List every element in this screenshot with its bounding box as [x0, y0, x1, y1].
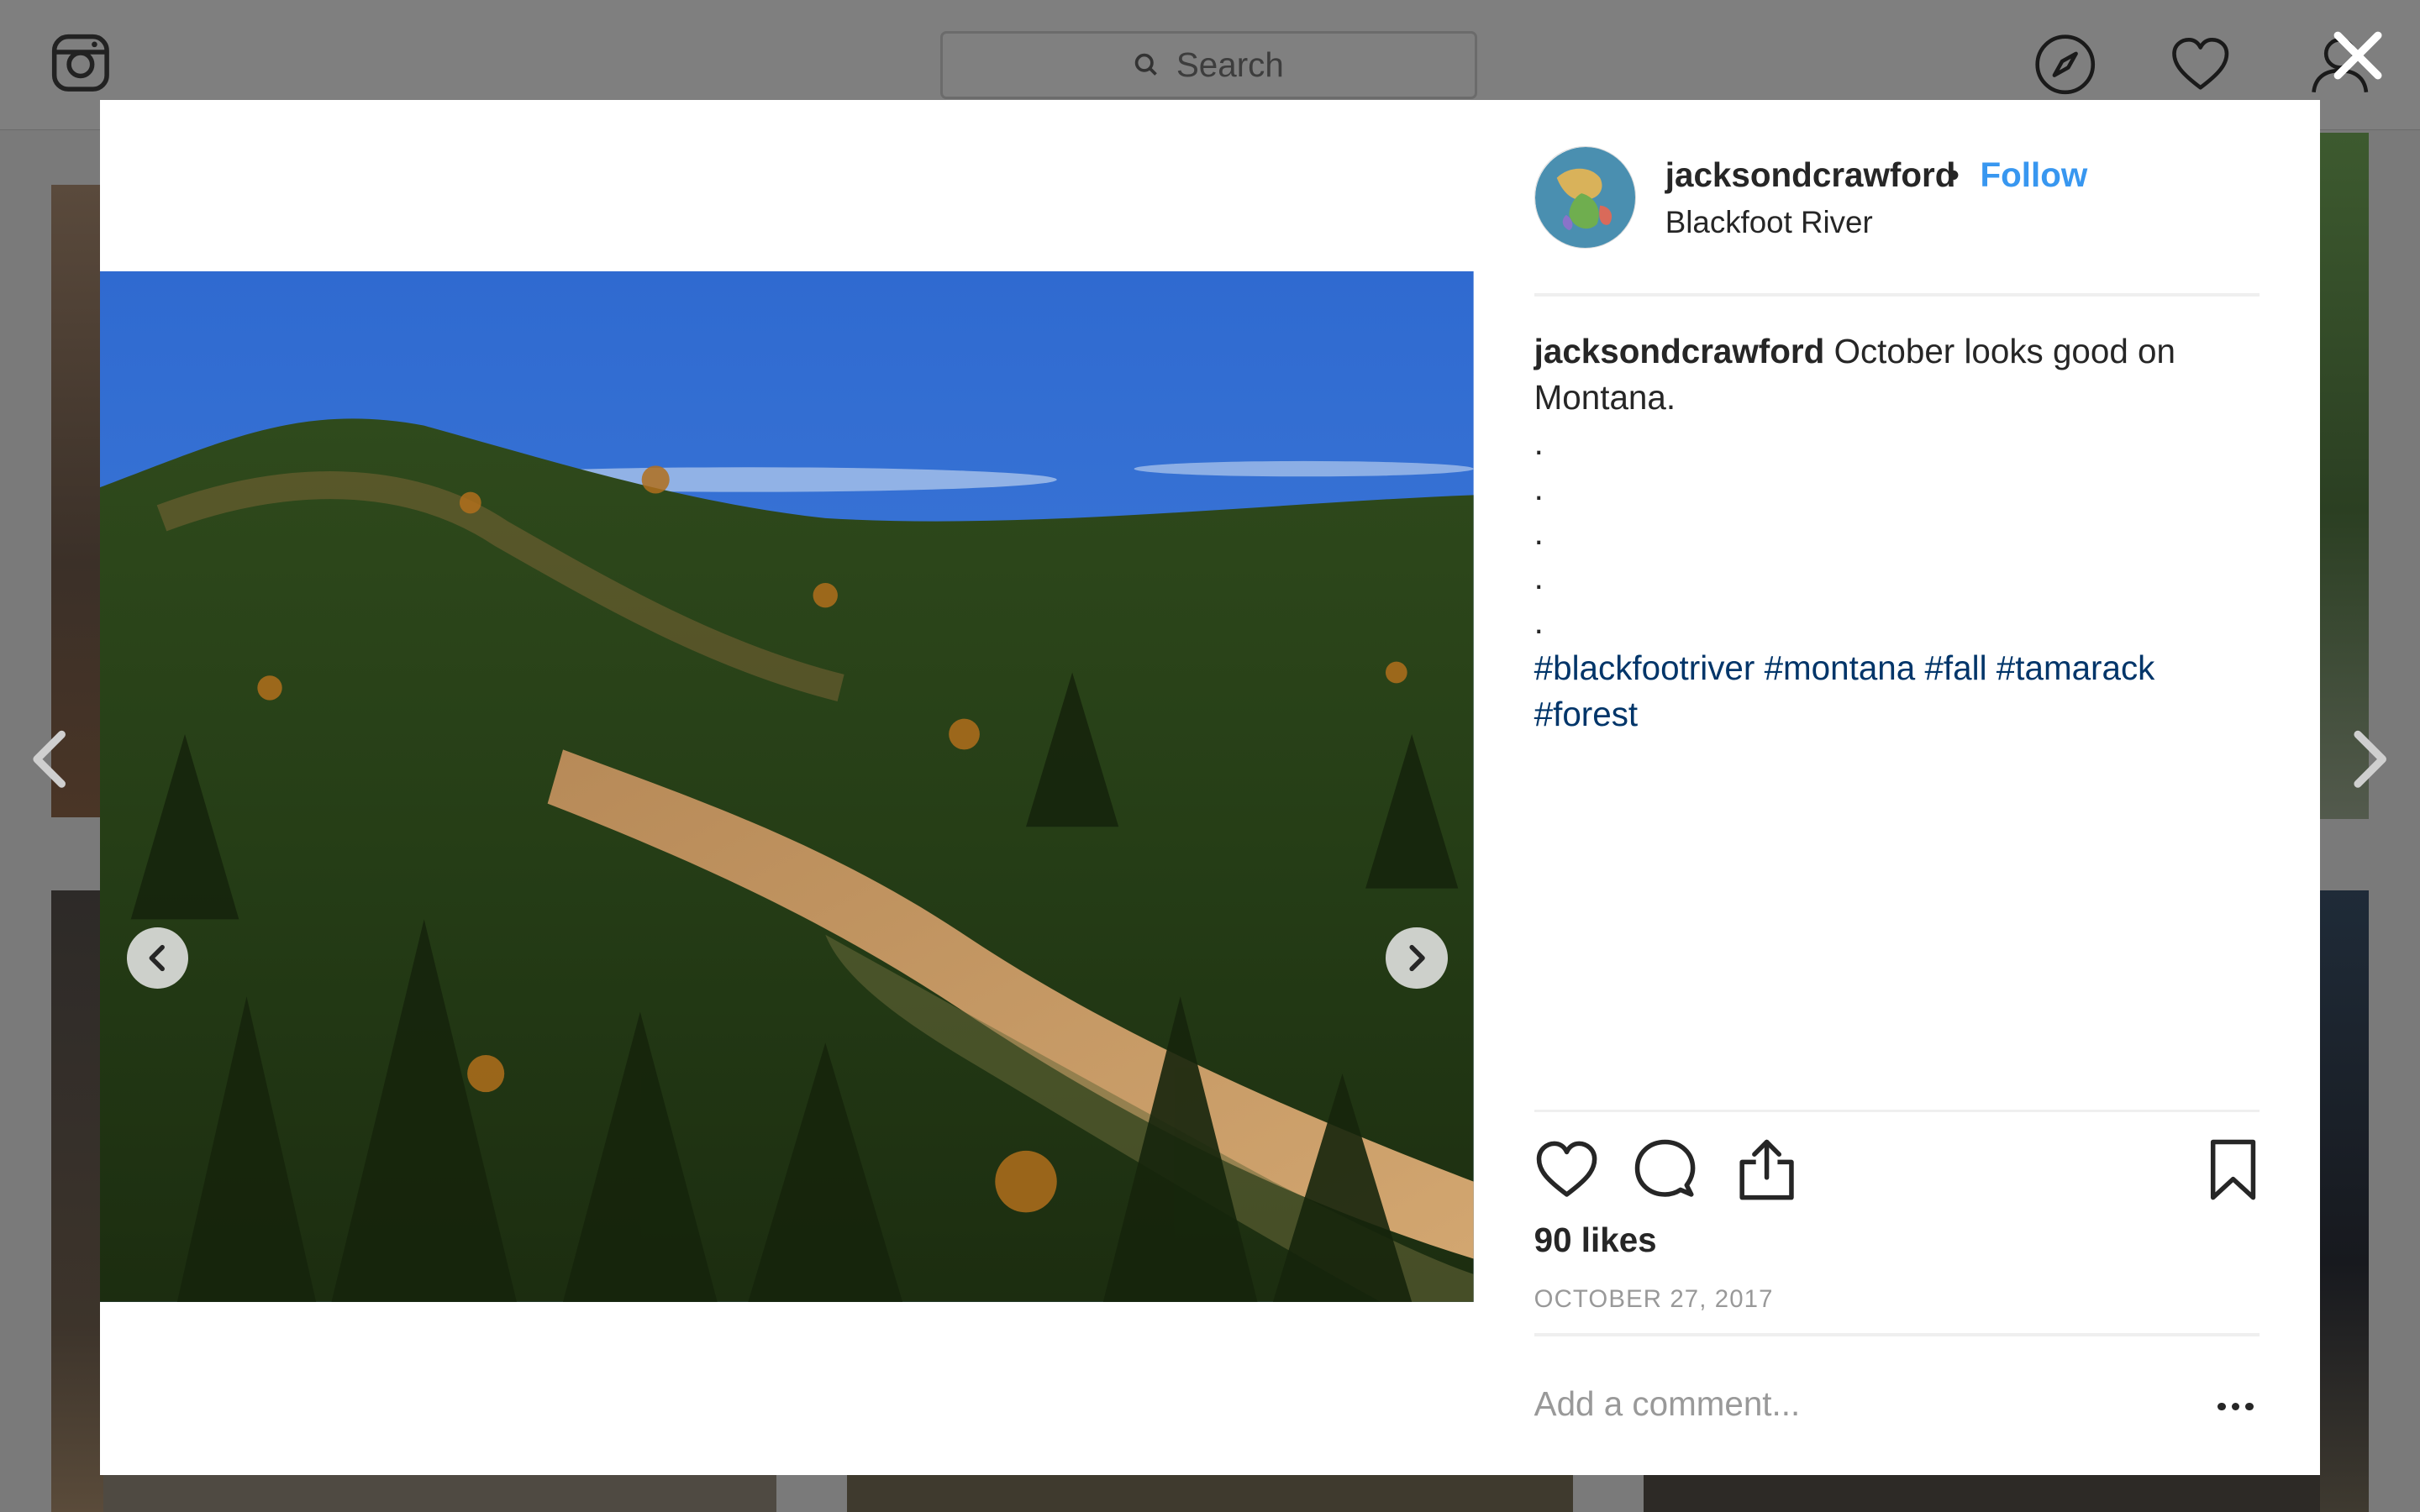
carousel-previous-button[interactable] — [126, 927, 189, 990]
previous-post-arrow-icon[interactable] — [28, 728, 71, 790]
background-photo-tile[interactable] — [103, 1474, 776, 1512]
divider — [1534, 292, 2260, 297]
post-actions-bar — [1534, 1137, 2260, 1205]
caption-dot-line: . — [1534, 558, 1544, 597]
hashtag-link[interactable]: #tamarack — [1996, 648, 2155, 687]
background-photo-tile[interactable] — [2319, 132, 2370, 820]
hashtag-link[interactable]: #forest — [1534, 695, 1638, 733]
share-icon[interactable] — [1734, 1137, 1799, 1202]
next-post-arrow-icon[interactable] — [2349, 728, 2391, 790]
chevron-left-icon — [149, 944, 165, 972]
compass-icon[interactable] — [2034, 34, 2096, 95]
comment-bubble-icon[interactable] — [1633, 1137, 1697, 1202]
background-photo-tile[interactable] — [1644, 1474, 2320, 1512]
avatar[interactable] — [1534, 146, 1636, 249]
separator-dot: • — [1947, 155, 1960, 195]
caption-username[interactable]: jacksondcrawford — [1534, 332, 1825, 370]
likes-count[interactable]: 90 likes — [1534, 1221, 1657, 1260]
post-details-panel: jacksondcrawford • Follow Blackfoot Rive… — [1534, 100, 2260, 1474]
divider — [1534, 1332, 2260, 1336]
comment-placeholder: Add a comment... — [1534, 1383, 1801, 1423]
divider — [1534, 1109, 2260, 1113]
post-date: OCTOBER 27, 2017 — [1534, 1284, 1774, 1313]
post-location[interactable]: Blackfoot River — [1665, 205, 1873, 240]
hashtag-link[interactable]: #montana — [1765, 648, 1916, 687]
caption-dot-line: . — [1534, 602, 1544, 642]
background-photo-tile[interactable] — [50, 185, 104, 818]
instagram-icon[interactable] — [51, 34, 110, 92]
caption-dot-line: . — [1534, 468, 1544, 507]
follow-button[interactable]: Follow — [1980, 155, 2087, 195]
globe-avatar-image — [1534, 147, 1635, 248]
background-photo-tile[interactable] — [847, 1474, 1573, 1512]
add-comment-field[interactable]: Add a comment... — [1534, 1384, 2260, 1427]
post-username[interactable]: jacksondcrawford — [1665, 155, 1956, 195]
hashtag-list: #blackfootriver #montana #fall #tamarack… — [1534, 645, 2213, 738]
caption-dot-line: . — [1534, 512, 1544, 552]
hashtag-link[interactable]: #fall — [1924, 648, 1986, 687]
close-icon[interactable] — [2330, 28, 2386, 83]
bookmark-icon[interactable] — [2201, 1137, 2265, 1202]
search-input[interactable]: Search — [939, 30, 1477, 99]
post-photo[interactable] — [100, 271, 1475, 1303]
search-placeholder: Search — [1176, 45, 1284, 84]
post-caption: jacksondcrawford October looks good on M… — [1534, 328, 2213, 738]
more-options-icon[interactable] — [2217, 1402, 2254, 1410]
post-modal: jacksondcrawford • Follow Blackfoot Rive… — [100, 100, 2320, 1475]
mountain-forest-image — [100, 271, 1475, 1303]
background-photo-tile[interactable] — [2319, 890, 2370, 1512]
background-photo-tile[interactable] — [50, 890, 104, 1512]
search-icon — [1135, 53, 1158, 76]
chevron-right-icon — [1409, 944, 1426, 972]
carousel-next-button[interactable] — [1386, 927, 1448, 990]
caption-dot-line: . — [1534, 423, 1544, 463]
heart-icon[interactable] — [2170, 34, 2231, 95]
like-heart-icon[interactable] — [1534, 1137, 1599, 1202]
hashtag-link[interactable]: #blackfootriver — [1534, 648, 1755, 687]
